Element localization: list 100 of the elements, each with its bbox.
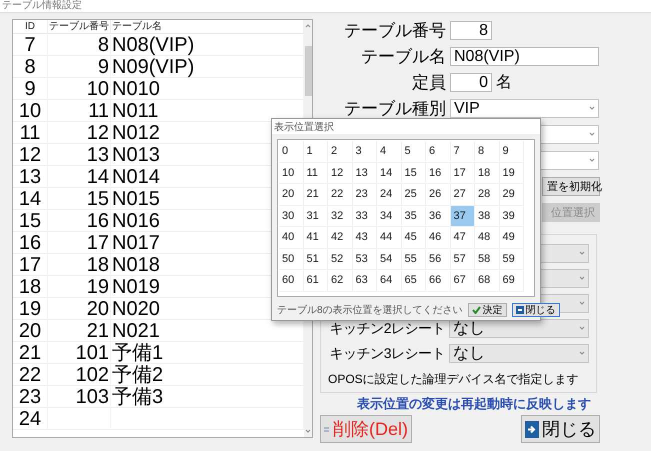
grid-cell[interactable]: 38 (475, 206, 500, 227)
field-label: 定員 (411, 72, 446, 94)
grid-cell[interactable]: 18 (475, 162, 500, 184)
table-cell: 16 (48, 210, 111, 232)
table-cell: 15 (48, 188, 111, 210)
grid-cell[interactable]: 20 (279, 184, 304, 206)
grid-cell[interactable]: 58 (475, 248, 500, 270)
grid-cell[interactable]: 43 (352, 227, 377, 248)
door-icon (516, 306, 524, 314)
column-header[interactable]: ID (13, 20, 48, 34)
grid-cell[interactable]: 33 (352, 206, 377, 227)
grid-cell[interactable]: 12 (328, 162, 352, 184)
table-cell: 11 (13, 122, 48, 144)
input-field[interactable]: N08(VIP) (450, 46, 599, 66)
grid-cell[interactable]: 28 (475, 184, 500, 206)
grid-cell[interactable]: 42 (328, 227, 352, 248)
grid-cell[interactable]: 19 (500, 162, 524, 184)
grid-cell[interactable]: 4 (377, 141, 402, 162)
grid-cell[interactable]: 26 (426, 184, 450, 206)
grid-cell[interactable]: 8 (475, 141, 500, 162)
grid-cell[interactable]: 29 (500, 184, 524, 206)
dropdown-caret-icon (579, 326, 585, 331)
grid-cell[interactable]: 55 (402, 248, 426, 270)
grid-cell[interactable]: 61 (304, 270, 328, 292)
grid-cell[interactable]: 53 (352, 248, 377, 270)
scroll-down-icon[interactable] (305, 429, 311, 434)
grid-cell[interactable]: 47 (450, 227, 475, 248)
grid-cell[interactable]: 69 (500, 270, 524, 292)
grid-cell[interactable]: 48 (475, 227, 500, 248)
ok-button[interactable]: 決定 (468, 303, 507, 317)
grid-cell[interactable]: 27 (450, 184, 475, 206)
grid-cell[interactable]: 54 (377, 248, 402, 270)
grid-cell[interactable]: 16 (426, 162, 450, 184)
grid-cell[interactable]: 40 (279, 227, 304, 248)
grid-cell[interactable]: 5 (402, 141, 426, 162)
grid-cell[interactable]: 9 (500, 141, 524, 162)
grid-cell[interactable]: 60 (279, 270, 304, 292)
grid-cell[interactable]: 7 (450, 141, 475, 162)
grid-cell[interactable]: 64 (377, 270, 402, 292)
table-cell: 17 (48, 232, 111, 254)
action-button[interactable]: 置を初期化 (542, 176, 600, 196)
grid-cell[interactable]: 21 (304, 184, 328, 206)
grid-cell[interactable]: 45 (402, 227, 426, 248)
grid-cell[interactable]: 6 (426, 141, 450, 162)
dropdown-field[interactable]: なし (449, 319, 589, 338)
grid-cell[interactable]: 68 (475, 270, 500, 292)
table-cell: 19 (13, 298, 48, 320)
grid-cell[interactable]: 34 (377, 206, 402, 227)
grid-cell[interactable]: 51 (304, 248, 328, 270)
grid-cell[interactable]: 13 (352, 162, 377, 184)
grid-cell[interactable]: 57 (450, 248, 475, 270)
grid-cell[interactable]: 67 (450, 270, 475, 292)
close-button[interactable]: 閉じる (521, 415, 600, 443)
grid-cell[interactable]: 44 (377, 227, 402, 248)
grid-cell[interactable]: 56 (426, 248, 450, 270)
grid-cell[interactable]: 63 (352, 270, 377, 292)
notice-text: 表示位置の変更は再起動時に反映します (356, 395, 591, 413)
close-button[interactable]: 閉じる (512, 303, 560, 317)
grid-cell[interactable]: 39 (500, 206, 524, 227)
grid-cell[interactable]: 65 (402, 270, 426, 292)
grid-cell[interactable]: 62 (328, 270, 352, 292)
grid-cell[interactable]: 41 (304, 227, 328, 248)
grid-cell[interactable]: 59 (500, 248, 524, 270)
dropdown-field[interactable]: VIP (450, 98, 599, 118)
grid-cell[interactable]: 31 (304, 206, 328, 227)
grid-cell[interactable]: 52 (328, 248, 352, 270)
grid-cell[interactable]: 3 (352, 141, 377, 162)
grid-cell[interactable]: 36 (426, 206, 450, 227)
field-label: キッチン3レシート (328, 344, 445, 362)
grid-cell[interactable]: 49 (500, 227, 524, 248)
grid-cell[interactable]: 2 (328, 141, 352, 162)
table-cell: 14 (13, 188, 48, 210)
dropdown-field[interactable]: なし (449, 344, 589, 363)
scroll-up-icon[interactable] (305, 23, 311, 28)
grid-cell[interactable]: 66 (426, 270, 450, 292)
grid-cell[interactable]: 25 (402, 184, 426, 206)
grid-cell[interactable]: 32 (328, 206, 352, 227)
grid-cell[interactable]: 23 (352, 184, 377, 206)
grid-cell[interactable]: 15 (402, 162, 426, 184)
grid-cell[interactable]: 50 (279, 248, 304, 270)
input-field[interactable]: 0 (450, 72, 492, 92)
grid-cell[interactable]: 1 (304, 141, 328, 162)
input-field[interactable]: 8 (450, 20, 492, 40)
column-header[interactable]: テーブル番号 (48, 20, 111, 34)
grid-cell[interactable]: 17 (450, 162, 475, 184)
grid-cell[interactable]: 46 (426, 227, 450, 248)
grid-cell[interactable]: 30 (279, 206, 304, 227)
grid-cell[interactable]: 35 (402, 206, 426, 227)
grid-cell[interactable]: 10 (279, 162, 304, 184)
dropdown-caret-icon (579, 351, 585, 356)
table-cell: 103 (48, 386, 111, 408)
field-label: テーブル名 (360, 46, 446, 68)
grid-cell[interactable]: 24 (377, 184, 402, 206)
grid-cell[interactable]: 37 (450, 206, 475, 227)
scrollbar-thumb[interactable] (304, 46, 312, 96)
grid-cell[interactable]: 14 (377, 162, 402, 184)
dropdown-caret-icon (579, 251, 585, 256)
grid-cell[interactable]: 22 (328, 184, 352, 206)
grid-cell[interactable]: 11 (304, 162, 328, 184)
grid-cell[interactable]: 0 (279, 141, 304, 162)
